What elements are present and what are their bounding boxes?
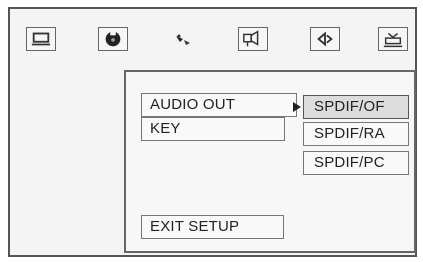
menu-item-key[interactable]: KEY	[141, 117, 285, 141]
submenu-option-spdif-ra[interactable]: SPDIF/RA	[303, 122, 409, 146]
setup-menu-panel: AUDIO OUT KEY SPDIF/OF SPDIF/RA SPDIF/PC…	[124, 70, 416, 253]
submenu-option-spdif-of[interactable]: SPDIF/OF	[303, 95, 409, 119]
audio-speaker-icon[interactable]	[310, 27, 340, 51]
menu-item-audio-out[interactable]: AUDIO OUT	[141, 93, 297, 117]
tv-screen-icon[interactable]	[26, 27, 56, 51]
setup-tab-bar	[10, 9, 415, 69]
disc-icon[interactable]	[98, 27, 128, 51]
speaker-settings-icon[interactable]	[238, 27, 268, 51]
satellite-icon[interactable]	[168, 27, 198, 51]
selection-arrow-icon	[293, 102, 301, 112]
submenu-option-spdif-pc[interactable]: SPDIF/PC	[303, 151, 409, 175]
setup-screen: AUDIO OUT KEY SPDIF/OF SPDIF/RA SPDIF/PC…	[8, 7, 417, 257]
exit-setup-button[interactable]: EXIT SETUP	[141, 215, 284, 239]
preferences-icon[interactable]	[378, 27, 408, 51]
